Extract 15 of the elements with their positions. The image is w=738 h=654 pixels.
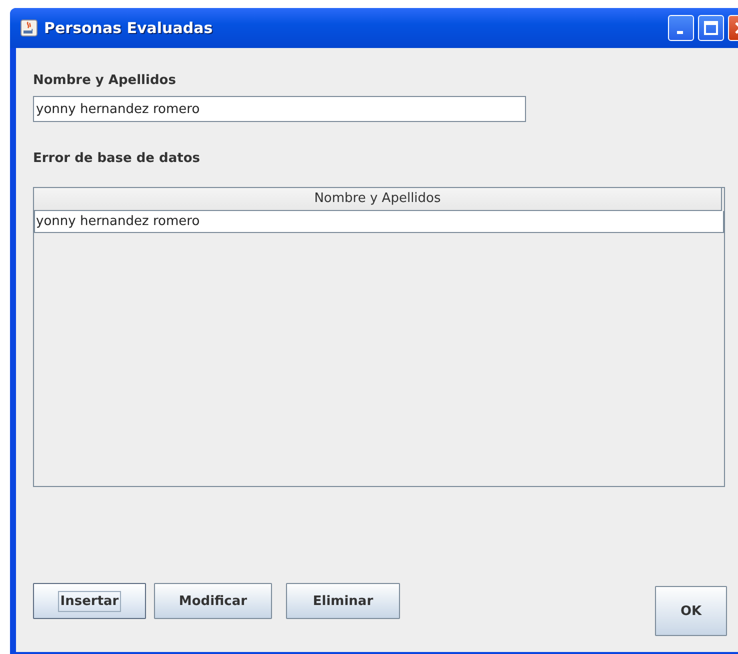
- action-button[interactable]: Insertar: [33, 583, 146, 619]
- table-cell[interactable]: yonny hernandez romero: [34, 211, 724, 233]
- minimize-icon: [676, 30, 682, 34]
- field-label: Nombre y Apellidos: [33, 73, 177, 88]
- maximize-icon: [704, 21, 718, 35]
- error-message: Error de base de datos: [33, 151, 201, 166]
- coffee-cup-icon: [20, 19, 38, 37]
- name-input-field[interactable]: yonny hernandez romero: [33, 96, 526, 122]
- column-header[interactable]: Nombre y Apellidos: [34, 188, 722, 211]
- maximize-button[interactable]: [698, 15, 724, 41]
- action-button[interactable]: Modificar: [154, 583, 272, 619]
- minimize-button[interactable]: [668, 15, 694, 41]
- window-title: Personas Evaluadas: [44, 19, 213, 37]
- ok-button[interactable]: OK: [655, 586, 727, 636]
- action-button[interactable]: Eliminar: [286, 583, 400, 619]
